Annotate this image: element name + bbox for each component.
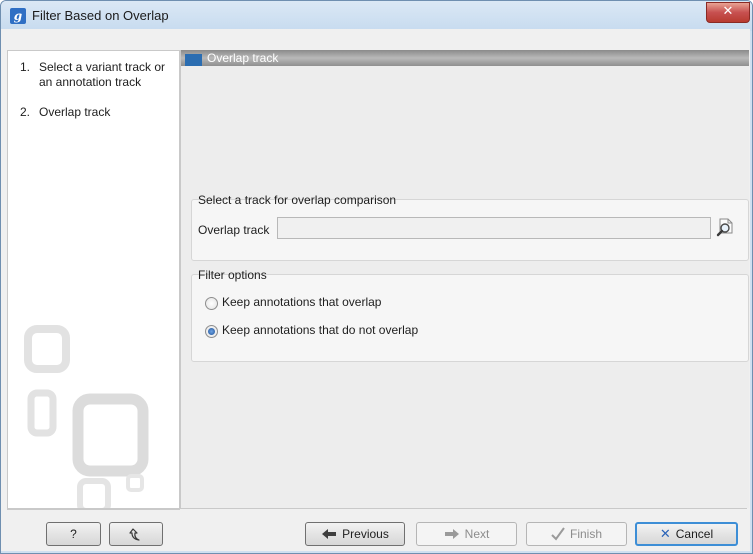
- previous-button[interactable]: Previous: [305, 522, 405, 546]
- keep-overlapping-label[interactable]: Keep annotations that overlap: [222, 295, 381, 309]
- arrow-left-icon: [322, 529, 337, 539]
- wizard-content-panel: Overlap track Select a track for overlap…: [180, 50, 749, 508]
- footer-divider: [8, 508, 747, 509]
- keep-non-overlapping-label[interactable]: Keep annotations that do not overlap: [222, 323, 418, 337]
- arrow-right-icon: [444, 529, 459, 539]
- next-label: Next: [464, 527, 490, 541]
- step-label: Overlap track: [39, 105, 111, 119]
- next-button[interactable]: Next: [416, 522, 517, 546]
- previous-label: Previous: [342, 527, 389, 541]
- finish-label: Finish: [569, 527, 602, 541]
- step-number: 2.: [20, 105, 31, 119]
- title-bar[interactable]: g Filter Based on Overlap ✕: [1, 1, 752, 31]
- keep-overlapping-radio[interactable]: [205, 297, 218, 310]
- finish-button[interactable]: Finish: [526, 522, 627, 546]
- step-label: Select a variant track or an annotation …: [39, 60, 166, 89]
- cancel-button[interactable]: ✕ Cancel: [635, 522, 738, 546]
- close-button[interactable]: ✕: [706, 2, 750, 23]
- keep-non-overlapping-radio[interactable]: [205, 325, 218, 338]
- cancel-x-icon: ✕: [659, 526, 671, 541]
- window-title: Filter Based on Overlap: [32, 8, 169, 23]
- filter-options-group: [191, 274, 749, 362]
- checkmark-icon: [551, 527, 565, 541]
- wizard-steps-panel: 1. Select a variant track or an annotati…: [7, 50, 180, 510]
- track-group-title: Select a track for overlap comparison: [198, 193, 397, 207]
- step-header: Overlap track: [181, 50, 749, 66]
- step-header-title: Overlap track: [207, 51, 279, 65]
- filter-group-title: Filter options: [198, 268, 267, 282]
- reset-button[interactable]: [109, 522, 163, 546]
- browse-icon[interactable]: [715, 216, 737, 238]
- overlap-track-input[interactable]: [277, 217, 711, 239]
- reset-icon: [129, 528, 140, 541]
- cancel-label: Cancel: [675, 527, 714, 541]
- help-button[interactable]: ?: [46, 522, 101, 546]
- overlap-track-label: Overlap track: [198, 223, 270, 237]
- step-number: 1.: [20, 60, 31, 74]
- help-label: ?: [70, 527, 77, 541]
- header-accent: [185, 54, 202, 66]
- decorative-background-logo: [24, 325, 149, 509]
- app-icon: g: [10, 8, 26, 24]
